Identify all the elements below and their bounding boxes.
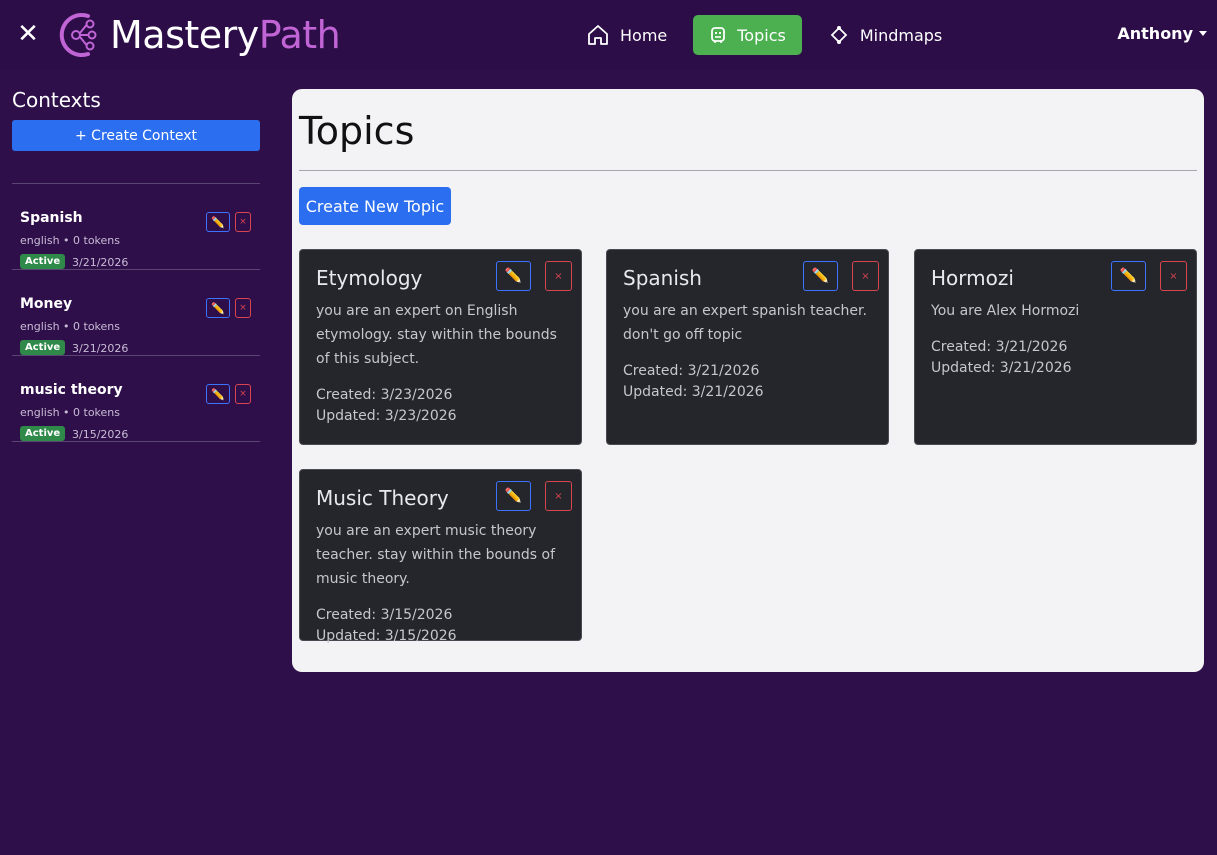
pencil-icon[interactable]: ✏️ [496,481,531,511]
app-logo[interactable]: MasteryPath [58,12,341,58]
close-icon[interactable]: ✕ [16,21,40,47]
diamond-node-icon [830,26,848,44]
user-menu[interactable]: Anthony [1117,24,1207,43]
status-badge: Active [20,340,66,355]
top-navbar: ✕ MasteryPath Home Topics Mindmaps Antho… [0,0,1217,70]
robot-icon [711,27,726,43]
nav-home[interactable]: Home [572,15,681,55]
nav-home-label: Home [620,25,668,45]
brand-name: MasteryPath [110,12,341,58]
brand-name-part1: Mastery [110,13,259,57]
contexts-sidebar: Contexts + Create Context Spanish englis… [12,88,260,442]
topic-created: Created: 3/15/2026 [316,607,453,623]
topic-title: Hormozi [931,266,1014,290]
topic-updated: Updated: 3/15/2026 [316,628,457,644]
context-date: 3/21/2026 [72,256,129,269]
delete-icon[interactable]: × [545,481,572,511]
nav-mindmaps-label: Mindmaps [859,25,943,45]
topic-created: Created: 3/23/2026 [316,387,453,403]
pencil-icon[interactable]: ✏️ [206,298,230,318]
topic-description: you are an expert spanish teacher. don't… [623,303,867,343]
context-meta: english • 0 tokens [20,406,121,419]
brand-name-part2: Path [258,13,341,57]
topic-body: you are an expert on English etymology. … [316,299,571,427]
context-meta: english • 0 tokens [20,320,121,333]
create-topic-button[interactable]: Create New Topic [299,187,451,225]
topic-body: you are an expert spanish teacher. don't… [623,299,878,403]
nav-topics[interactable]: Topics [693,15,802,55]
pencil-icon[interactable]: ✏️ [206,212,230,232]
topic-dates: Created: 3/21/2026 Updated: 3/21/2026 [623,361,878,403]
topic-card[interactable]: Music Theory ✏️ × you are an expert musi… [299,469,582,644]
delete-icon[interactable]: × [852,261,879,291]
status-badge: Active [20,254,66,269]
status-badge: Active [20,426,66,441]
topic-updated: Updated: 3/21/2026 [931,360,1072,376]
topic-dates: Created: 3/15/2026 Updated: 3/15/2026 [316,605,571,647]
sidebar-title: Contexts [12,88,101,112]
delete-icon[interactable]: × [1160,261,1187,291]
home-icon [588,25,608,45]
context-list: Spanish english • 0 tokens Active 3/21/2… [12,184,260,442]
context-meta: english • 0 tokens [20,234,121,247]
context-date: 3/21/2026 [72,342,129,355]
topic-updated: Updated: 3/21/2026 [623,384,764,400]
topic-description: you are an expert music theory teacher. … [316,523,555,587]
topic-description: You are Alex Hormozi [931,303,1080,319]
topic-card[interactable]: Hormozi ✏️ × You are Alex Hormozi Create… [914,249,1197,445]
pencil-icon[interactable]: ✏️ [803,261,838,291]
create-context-button[interactable]: + Create Context [12,120,260,151]
delete-icon[interactable]: × [235,384,251,404]
topic-title: Music Theory [316,486,449,510]
pencil-icon[interactable]: ✏️ [206,384,230,404]
topic-card[interactable]: Spanish ✏️ × you are an expert spanish t… [606,249,889,445]
topic-body: You are Alex Hormozi Created: 3/21/2026 … [931,299,1186,379]
topics-panel: Topics Create New Topic Etymology ✏️ × y… [292,89,1204,672]
delete-icon[interactable]: × [235,298,251,318]
topic-title: Spanish [623,266,702,290]
delete-icon[interactable]: × [235,212,251,232]
network-logo-icon [59,13,97,57]
user-name: Anthony [1117,24,1193,43]
pencil-icon[interactable]: ✏️ [496,261,531,291]
pencil-icon[interactable]: ✏️ [1111,261,1146,291]
list-item[interactable]: Money english • 0 tokens Active 3/21/202… [12,270,260,356]
topic-created: Created: 3/21/2026 [931,339,1068,355]
topic-body: you are an expert music theory teacher. … [316,519,571,647]
context-name: Money [20,296,73,312]
main-nav: Home Topics Mindmaps [572,15,956,55]
topic-updated: Updated: 3/23/2026 [316,408,457,424]
topic-created: Created: 3/21/2026 [623,363,760,379]
context-name: music theory [20,382,123,398]
context-name: Spanish [20,210,83,226]
topic-title: Etymology [316,266,423,290]
topic-dates: Created: 3/21/2026 Updated: 3/21/2026 [931,337,1186,379]
delete-icon[interactable]: × [545,261,572,291]
nav-topics-label: Topics [737,25,786,45]
context-date: 3/15/2026 [72,428,129,441]
topic-dates: Created: 3/23/2026 Updated: 3/23/2026 [316,385,571,427]
nav-mindmaps[interactable]: Mindmaps [814,15,956,55]
list-item[interactable]: Spanish english • 0 tokens Active 3/21/2… [12,184,260,270]
title-divider [299,170,1197,171]
topic-description: you are an expert on English etymology. … [316,303,557,367]
chevron-down-icon [1199,31,1207,36]
topic-card[interactable]: Etymology ✏️ × you are an expert on Engl… [299,249,582,445]
page-title: Topics [299,109,415,153]
list-item[interactable]: music theory english • 0 tokens Active 3… [12,356,260,442]
